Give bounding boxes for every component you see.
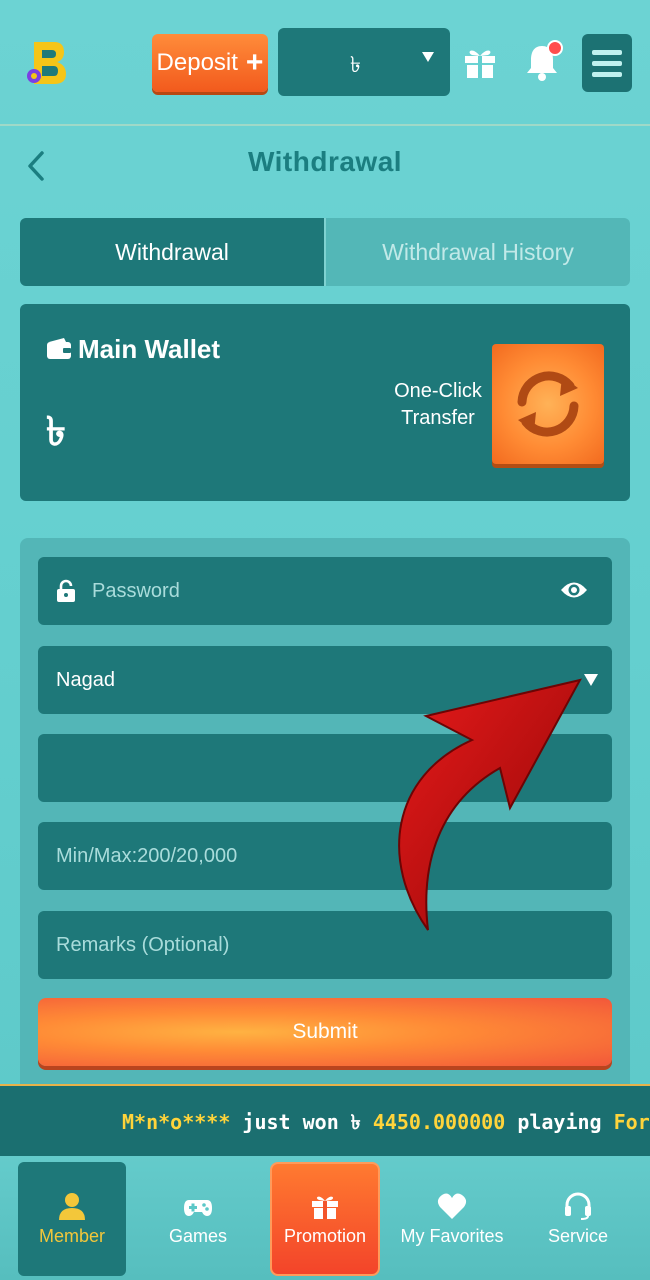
gift-icon[interactable] — [462, 44, 498, 80]
gamepad-icon — [184, 1199, 212, 1216]
tab-withdrawal-history[interactable]: Withdrawal History — [324, 218, 630, 286]
brand-logo[interactable] — [24, 38, 68, 88]
tab-bar: Withdrawal Withdrawal History — [20, 218, 630, 286]
ticker-text-won: just won — [242, 1110, 351, 1134]
nav-my-favorites[interactable]: My Favorites — [398, 1162, 506, 1276]
page-title: Withdrawal — [247, 146, 403, 177]
menu-bar — [592, 60, 622, 66]
wallet-balance-currency: ৳ — [46, 409, 66, 455]
person-icon — [59, 1192, 85, 1220]
heart-icon — [437, 1193, 467, 1219]
ticker-text-playing: playing — [517, 1110, 614, 1134]
nav-service-label: Service — [547, 1225, 609, 1246]
ticker-amount: 4450.000000 — [372, 1110, 506, 1134]
remarks-placeholder: Remarks (Optional) — [56, 933, 230, 956]
winner-ticker: M*n*o**** just won ৳ 4450.000000 playing… — [0, 1084, 650, 1156]
notification-bell-icon[interactable] — [524, 40, 564, 84]
nav-service[interactable]: Service — [526, 1162, 630, 1276]
transfer-label-line1: One-Click — [394, 380, 482, 402]
eye-icon[interactable] — [560, 579, 588, 601]
plus-icon: + — [245, 46, 264, 79]
menu-bar — [592, 49, 622, 55]
password-placeholder: Password — [92, 579, 180, 602]
nav-games-label: Games — [168, 1225, 228, 1246]
chevron-down-icon — [422, 52, 434, 62]
balance-currency: ৳ — [350, 53, 361, 78]
refresh-icon — [517, 371, 579, 437]
ticker-message: M*n*o**** just won ৳ 4450.000000 playing… — [122, 1108, 650, 1141]
ticker-user: M*n*o**** — [122, 1110, 231, 1134]
menu-bar — [592, 71, 622, 77]
payment-method-value: Nagad — [56, 668, 115, 691]
wallet-icon — [47, 338, 71, 359]
one-click-transfer-button[interactable] — [492, 344, 604, 464]
ticker-currency: ৳ — [350, 1110, 361, 1134]
password-field[interactable]: Password — [38, 557, 612, 625]
main-wallet-card: Main Wallet ৳ One-Click Transfer — [20, 304, 630, 501]
one-click-transfer-label: One-Click Transfer — [380, 378, 496, 432]
ticker-game: Fortune — [613, 1110, 650, 1134]
headset-icon — [565, 1192, 591, 1220]
nav-member-label: Member — [38, 1225, 105, 1246]
tab-withdrawal[interactable]: Withdrawal — [20, 218, 324, 286]
amount-placeholder: Min/Max:200/20,000 — [56, 844, 238, 867]
deposit-label: Deposit — [156, 49, 238, 76]
bottom-navigation: Member Games Promotion My Favorites Serv… — [0, 1156, 650, 1280]
transfer-label-line2: Transfer — [401, 407, 475, 429]
gift-icon — [312, 1196, 338, 1219]
nav-games[interactable]: Games — [146, 1162, 250, 1276]
red-pointer-arrow-icon — [398, 678, 582, 931]
nav-promotion[interactable]: Promotion — [270, 1162, 380, 1276]
wallet-title: Main Wallet — [78, 334, 221, 364]
nav-promotion-label: Promotion — [283, 1225, 367, 1246]
balance-selector[interactable]: ৳ — [278, 28, 450, 96]
deposit-button[interactable]: Deposit + — [152, 34, 268, 92]
hamburger-menu-button[interactable] — [582, 34, 632, 92]
nav-member[interactable]: Member — [18, 1162, 126, 1276]
submit-button[interactable]: Submit — [38, 998, 612, 1066]
lock-icon — [57, 579, 75, 602]
nav-my-favorites-label: My Favorites — [400, 1225, 504, 1246]
